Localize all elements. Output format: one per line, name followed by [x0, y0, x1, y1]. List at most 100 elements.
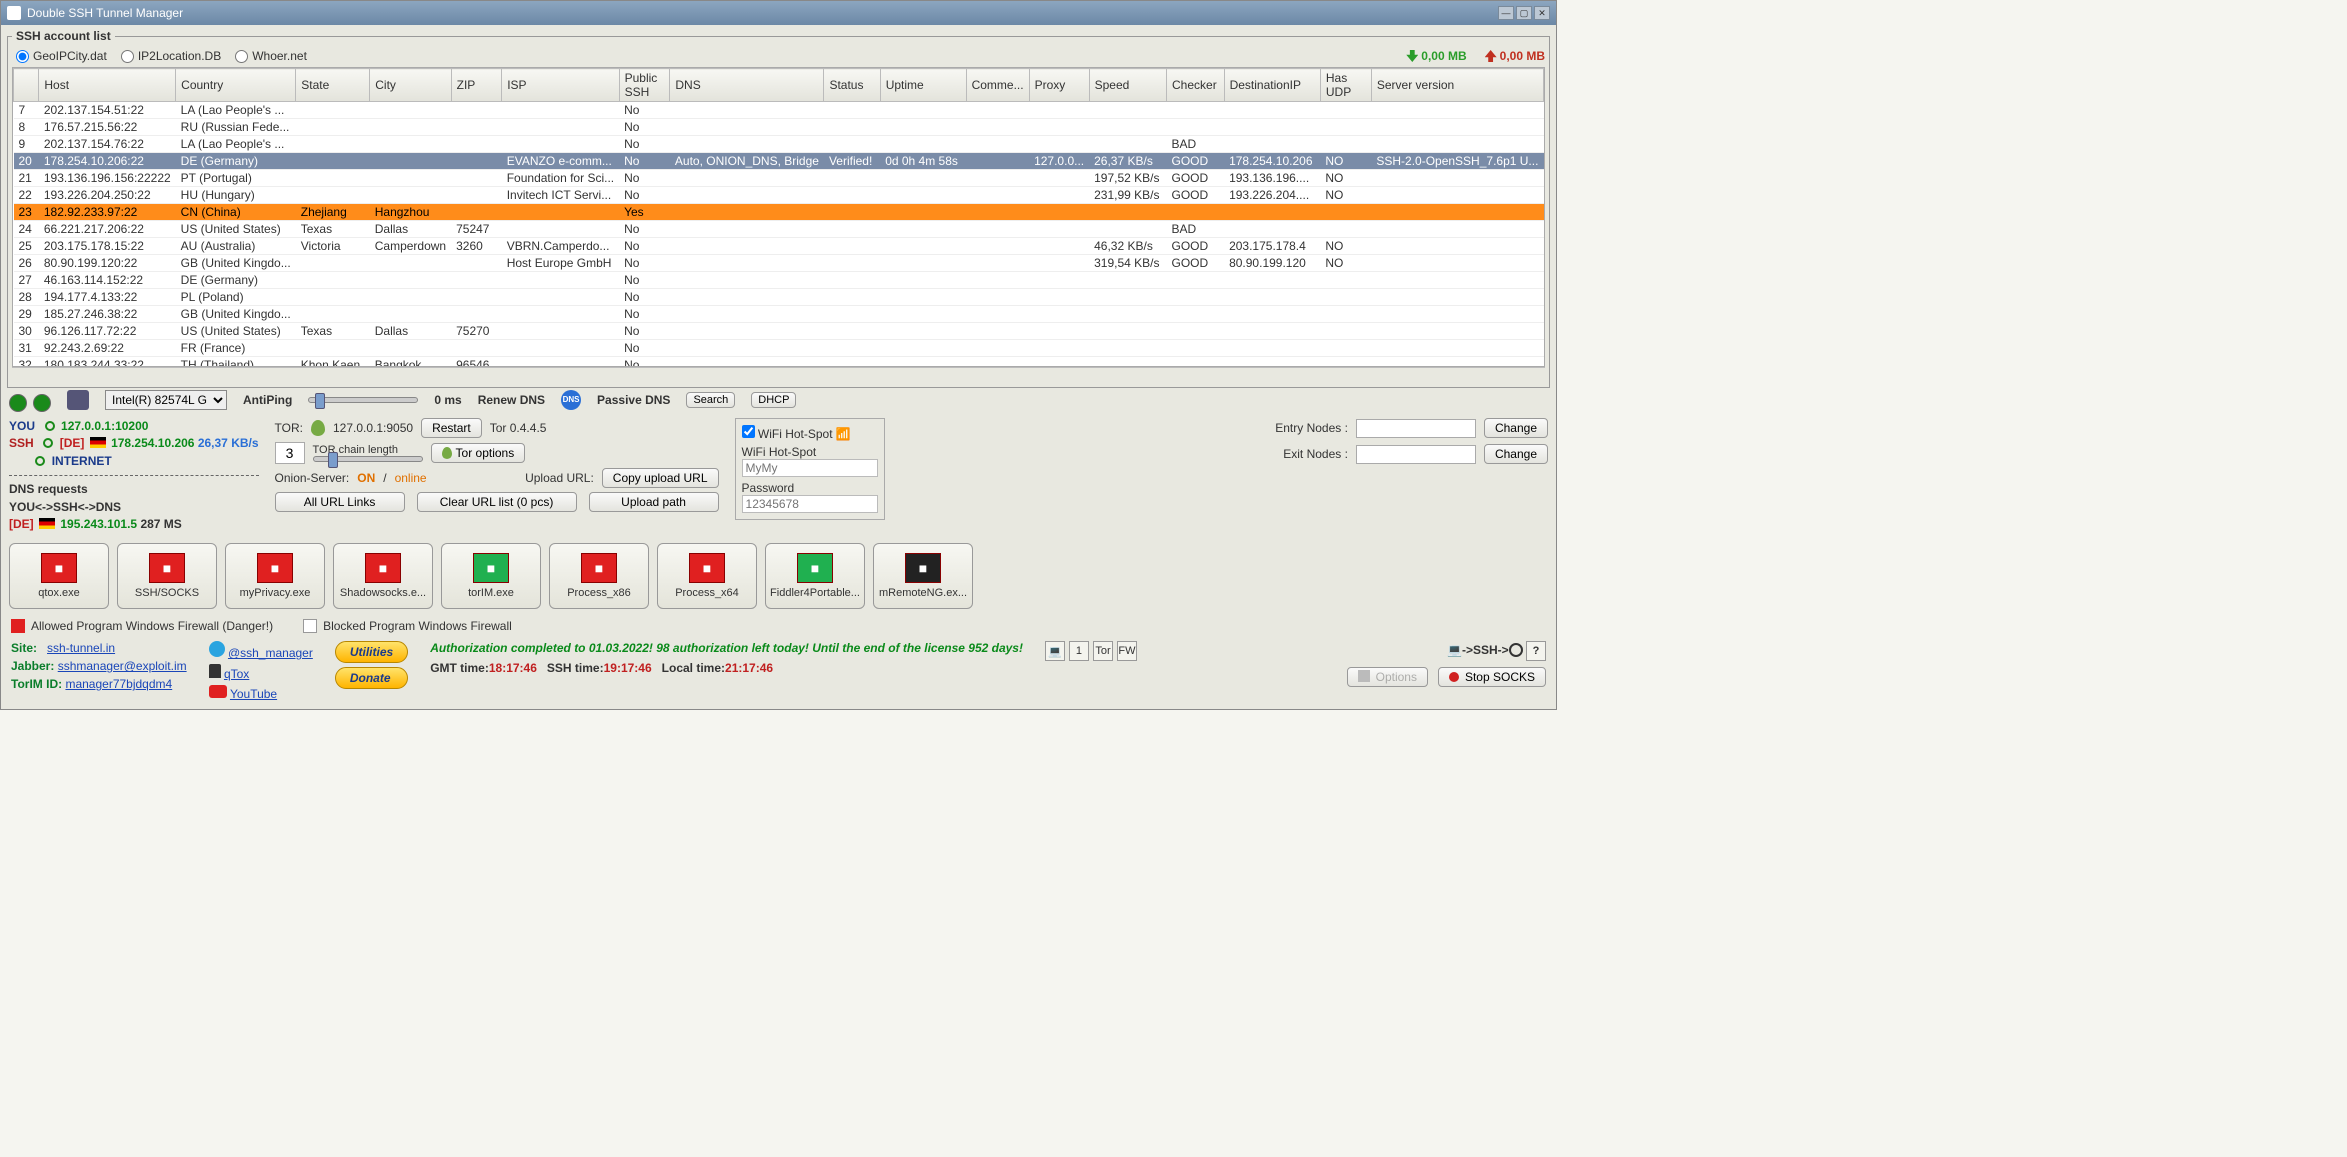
app-icon: ■	[689, 553, 725, 583]
antiping-slider[interactable]	[308, 397, 418, 403]
col-isp[interactable]: ISP	[502, 69, 619, 102]
help-icon[interactable]: ?	[1526, 641, 1546, 661]
tor-chain-length-input[interactable]	[275, 442, 305, 464]
table-row[interactable]: 9202.137.154.76:22LA (Lao People's ...No…	[14, 136, 1544, 153]
radio-ip2location[interactable]: IP2Location.DB	[121, 49, 221, 63]
ping-ms: 0 ms	[434, 393, 461, 407]
app-launcher[interactable]: ■qtox.exe	[9, 543, 109, 609]
h-scrollbar[interactable]	[12, 367, 1545, 381]
tor-version: Tor 0.4.4.5	[490, 421, 547, 435]
table-row[interactable]: 21193.136.196.156:22222PT (Portugal)Foun…	[14, 170, 1544, 187]
app-label: Fiddler4Portable...	[770, 587, 860, 599]
connection-chain: YOU 127.0.0.1:10200 SSH [DE] 178.254.10.…	[9, 418, 259, 533]
download-icon	[1406, 50, 1418, 62]
entry-nodes-input[interactable]	[1356, 419, 1476, 438]
app-launcher[interactable]: ■myPrivacy.exe	[225, 543, 325, 609]
titlebar[interactable]: Double SSH Tunnel Manager — ▢ ✕	[1, 1, 1556, 25]
fw-toggle[interactable]: FW	[1117, 641, 1137, 661]
jabber-link[interactable]: sshmanager@exploit.im	[58, 659, 187, 673]
torim-link[interactable]: manager77bjdqdm4	[65, 677, 172, 691]
table-row[interactable]: 20178.254.10.206:22DE (Germany)EVANZO e-…	[14, 153, 1544, 170]
col-status[interactable]: Status	[824, 69, 880, 102]
col-city[interactable]: City	[370, 69, 451, 102]
wifi-name-input[interactable]	[742, 459, 878, 477]
tor-options-button[interactable]: Tor options	[431, 443, 526, 463]
app-launcher[interactable]: ■Process_x86	[549, 543, 649, 609]
app-label: Process_x86	[567, 587, 631, 599]
radio-whoer[interactable]: Whoer.net	[235, 49, 307, 63]
upload-path-button[interactable]: Upload path	[589, 492, 719, 512]
exit-nodes-change-button[interactable]: Change	[1484, 444, 1548, 464]
table-row[interactable]: 25203.175.178.15:22AU (Australia)Victori…	[14, 238, 1544, 255]
search-button[interactable]: Search	[686, 392, 735, 408]
tor-toggle[interactable]: Tor	[1093, 641, 1113, 661]
table-row[interactable]: 2680.90.199.120:22GB (United Kingdo...Ho…	[14, 255, 1544, 272]
hosts-table-wrap[interactable]: HostCountryStateCityZIPISPPublic SSHDNSS…	[12, 67, 1545, 367]
youtube-link[interactable]: YouTube	[230, 687, 277, 701]
tor-restart-button[interactable]: Restart	[421, 418, 482, 438]
col-country[interactable]: Country	[176, 69, 296, 102]
radio-geoipcity[interactable]: GeoIPCity.dat	[16, 49, 107, 63]
app-launcher[interactable]: ■torIM.exe	[441, 543, 541, 609]
table-row[interactable]: 2746.163.114.152:22DE (Germany)No	[14, 272, 1544, 289]
table-row[interactable]: 8176.57.215.56:22RU (Russian Fede...No	[14, 119, 1544, 136]
utilities-button[interactable]: Utilities	[335, 641, 408, 663]
app-launcher[interactable]: ■Shadowsocks.e...	[333, 543, 433, 609]
wifi-password-input[interactable]	[742, 495, 878, 513]
col-uptime[interactable]: Uptime	[880, 69, 966, 102]
table-row[interactable]: 7202.137.154.51:22LA (Lao People's ...No	[14, 102, 1544, 119]
col-server-version[interactable]: Server version	[1371, 69, 1543, 102]
app-launcher[interactable]: ■mRemoteNG.ex...	[873, 543, 973, 609]
passive-dns-label: Passive DNS	[597, 393, 670, 407]
maximize-button[interactable]: ▢	[1516, 6, 1532, 20]
table-row[interactable]: 29185.27.246.38:22GB (United Kingdo...No	[14, 306, 1544, 323]
app-launcher[interactable]: ■Process_x64	[657, 543, 757, 609]
app-launcher[interactable]: ■Fiddler4Portable...	[765, 543, 865, 609]
col-destinationip[interactable]: DestinationIP	[1224, 69, 1320, 102]
table-row[interactable]: 2466.221.217.206:22US (United States)Tex…	[14, 221, 1544, 238]
donate-button[interactable]: Donate	[335, 667, 408, 689]
clear-url-list-button[interactable]: Clear URL list (0 pcs)	[417, 492, 577, 512]
exit-nodes-input[interactable]	[1356, 445, 1476, 464]
minimize-button[interactable]: —	[1498, 6, 1514, 20]
col-state[interactable]: State	[296, 69, 370, 102]
col-host[interactable]: Host	[39, 69, 176, 102]
connection-chain-summary: 💻->SSH-> ?	[1447, 641, 1546, 661]
qtox-link[interactable]: qTox	[224, 667, 249, 681]
col-comme-[interactable]: Comme...	[966, 69, 1029, 102]
col-proxy[interactable]: Proxy	[1029, 69, 1089, 102]
upload-counter: 0,00 MB	[1485, 49, 1545, 63]
ssh-account-list-group: SSH account list GeoIPCity.dat IP2Locati…	[7, 29, 1550, 388]
fw-allowed-swatch	[11, 619, 25, 633]
table-row[interactable]: 3192.243.2.69:22FR (France)No	[14, 340, 1544, 357]
close-button[interactable]: ✕	[1534, 6, 1550, 20]
app-label: SSH/SOCKS	[135, 587, 199, 599]
count-box: 1	[1069, 641, 1089, 661]
col-checker[interactable]: Checker	[1167, 69, 1225, 102]
entry-nodes-change-button[interactable]: Change	[1484, 418, 1548, 438]
net-mini-icon[interactable]: 💻	[1045, 641, 1065, 661]
site-link[interactable]: ssh-tunnel.in	[47, 641, 115, 655]
dhcp-button[interactable]: DHCP	[751, 392, 796, 408]
col-has-udp[interactable]: Has UDP	[1320, 69, 1371, 102]
col-zip[interactable]: ZIP	[451, 69, 502, 102]
all-url-links-button[interactable]: All URL Links	[275, 492, 405, 512]
table-row[interactable]: 22193.226.204.250:22HU (Hungary)Invitech…	[14, 187, 1544, 204]
col-public-ssh[interactable]: Public SSH	[619, 69, 670, 102]
options-button[interactable]: Options	[1347, 667, 1428, 687]
app-launcher[interactable]: ■SSH/SOCKS	[117, 543, 217, 609]
wifi-hotspot-checkbox[interactable]: WiFi Hot-Spot 📶	[742, 427, 851, 441]
table-row[interactable]: 3096.126.117.72:22US (United States)Texa…	[14, 323, 1544, 340]
col-dns[interactable]: DNS	[670, 69, 824, 102]
adapter-select[interactable]: Intel(R) 82574L G	[105, 390, 227, 410]
col-speed[interactable]: Speed	[1089, 69, 1166, 102]
stop-socks-button[interactable]: Stop SOCKS	[1438, 667, 1546, 687]
table-row[interactable]: 28194.177.4.133:22PL (Poland)No	[14, 289, 1544, 306]
tor-chain-slider[interactable]	[313, 456, 423, 462]
hosts-table[interactable]: HostCountryStateCityZIPISPPublic SSHDNSS…	[13, 68, 1544, 367]
telegram-link[interactable]: @ssh_manager	[228, 646, 313, 660]
fw-allowed-label: Allowed Program Windows Firewall (Danger…	[31, 619, 273, 633]
table-row[interactable]: 23182.92.233.97:22CN (China)ZhejiangHang…	[14, 204, 1544, 221]
copy-upload-url-button[interactable]: Copy upload URL	[602, 468, 719, 488]
table-row[interactable]: 32180.183.244.33:22TH (Thailand)Khon Kae…	[14, 357, 1544, 368]
